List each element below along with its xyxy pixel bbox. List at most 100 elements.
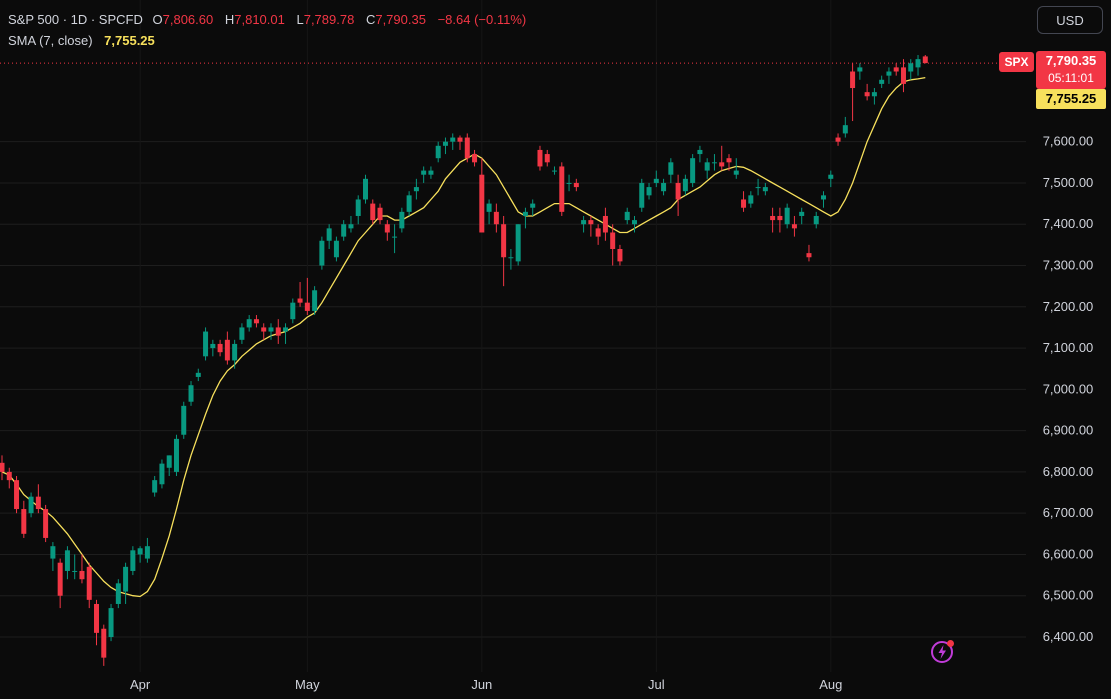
candle-body [522, 211, 528, 216]
candle-body [57, 562, 63, 596]
x-tick-label: Jun [471, 677, 492, 692]
high-label: H [224, 12, 235, 27]
candle-body [355, 199, 361, 216]
candle-body [130, 550, 136, 571]
candle-body [472, 154, 478, 163]
candle-body [588, 220, 594, 225]
candle-body [552, 170, 558, 172]
x-tick-label: Apr [130, 677, 151, 692]
candle-body [922, 56, 928, 64]
candle-body [893, 67, 899, 72]
candle-body [624, 211, 630, 221]
last-price: 7,790.35 [1045, 53, 1097, 68]
candle-body [646, 187, 652, 196]
candle-body [719, 162, 725, 167]
candle-body [86, 566, 92, 600]
candle-body [682, 178, 688, 192]
candle-body [755, 187, 761, 189]
y-tick-label: 7,300.00 [1043, 258, 1094, 273]
candle-body [406, 195, 412, 212]
candle-body [704, 162, 710, 171]
candle-body [479, 174, 485, 233]
lightning-bolt-icon[interactable] [930, 638, 956, 664]
candle-body [653, 178, 659, 183]
grid-lines [0, 0, 1026, 672]
candle-body [711, 162, 717, 164]
candle-body [246, 319, 252, 328]
candle-body [544, 154, 550, 163]
candle-body [413, 187, 419, 192]
candle-body [108, 608, 114, 637]
candle-body [43, 509, 49, 538]
candle-body [370, 203, 376, 221]
candle-body [675, 182, 681, 200]
candle-body [232, 343, 238, 361]
candle-body [610, 232, 616, 249]
x-tick-label: Aug [819, 677, 842, 692]
candle-body [661, 182, 667, 192]
candle-body [871, 92, 877, 97]
candle-body [312, 290, 318, 311]
y-tick-label: 6,800.00 [1043, 464, 1094, 479]
candle-body [188, 385, 194, 402]
candle-body [428, 170, 434, 175]
low-label: L [296, 12, 304, 27]
symbol-title: S&P 500 · 1D · SPCFD [8, 12, 143, 27]
candle-body [908, 63, 914, 72]
open-label: O [152, 12, 163, 27]
candle-body [0, 462, 5, 472]
candle-body [224, 339, 230, 361]
candle-body [799, 211, 805, 216]
y-tick-label: 7,200.00 [1043, 299, 1094, 314]
candle-body [464, 137, 470, 159]
candle-body [762, 187, 768, 192]
sma-value: 7,755.25 [104, 33, 155, 48]
y-tick-label: 6,400.00 [1043, 629, 1094, 644]
candle-body [886, 71, 892, 76]
y-tick-label: 6,700.00 [1043, 505, 1094, 520]
y-tick-label: 7,100.00 [1043, 340, 1094, 355]
candle-body [217, 343, 223, 353]
candle-body [442, 141, 448, 146]
candle-body [253, 319, 259, 324]
y-tick-label: 6,900.00 [1043, 423, 1094, 438]
candle-body [290, 302, 296, 320]
candle-body [152, 480, 158, 493]
candle-body [784, 207, 790, 225]
open-value: 7,806.60 [162, 12, 214, 27]
symbol-tag: SPX [999, 52, 1034, 72]
candle-body [21, 509, 27, 534]
y-tick-label: 7,400.00 [1043, 216, 1094, 231]
candle-body [261, 327, 267, 332]
candle-body [304, 302, 310, 311]
y-axis: 6,400.00 6,500.00 6,600.00 6,700.00 6,800.00… [1043, 134, 1094, 644]
candle-body [733, 170, 739, 175]
sma-row[interactable]: SMA (7, close) 7,755.25 [8, 30, 526, 51]
sma-price-tag: 7,755.25 [1036, 89, 1106, 109]
candle-body [203, 331, 209, 357]
candle-body [842, 125, 848, 134]
candle-body [72, 570, 78, 572]
candle-body [581, 220, 587, 225]
candle-body [35, 496, 41, 510]
price-chart[interactable]: 6,400.00 6,500.00 6,600.00 6,700.00 6,800.00… [0, 0, 1111, 699]
currency-button[interactable]: USD [1037, 6, 1103, 34]
candle-body [864, 92, 870, 97]
y-tick-label: 7,000.00 [1043, 381, 1094, 396]
candle-body [14, 480, 20, 510]
candle-body [537, 149, 543, 167]
candle-body [283, 327, 289, 332]
candle-body [363, 178, 368, 200]
candle-body [486, 203, 492, 212]
candle-body [377, 207, 383, 221]
y-tick-label: 7,500.00 [1043, 175, 1094, 190]
change-value: −8.64 (−0.11%) [437, 12, 527, 27]
candle-body [173, 438, 179, 472]
candle-body [828, 174, 834, 179]
x-tick-label: Jul [648, 677, 665, 692]
candle-body [668, 162, 674, 175]
candle-body [341, 224, 347, 237]
y-tick-label: 6,500.00 [1043, 588, 1094, 603]
candle-body [435, 145, 441, 159]
x-axis: Apr May Jun Jul Aug [130, 677, 842, 692]
